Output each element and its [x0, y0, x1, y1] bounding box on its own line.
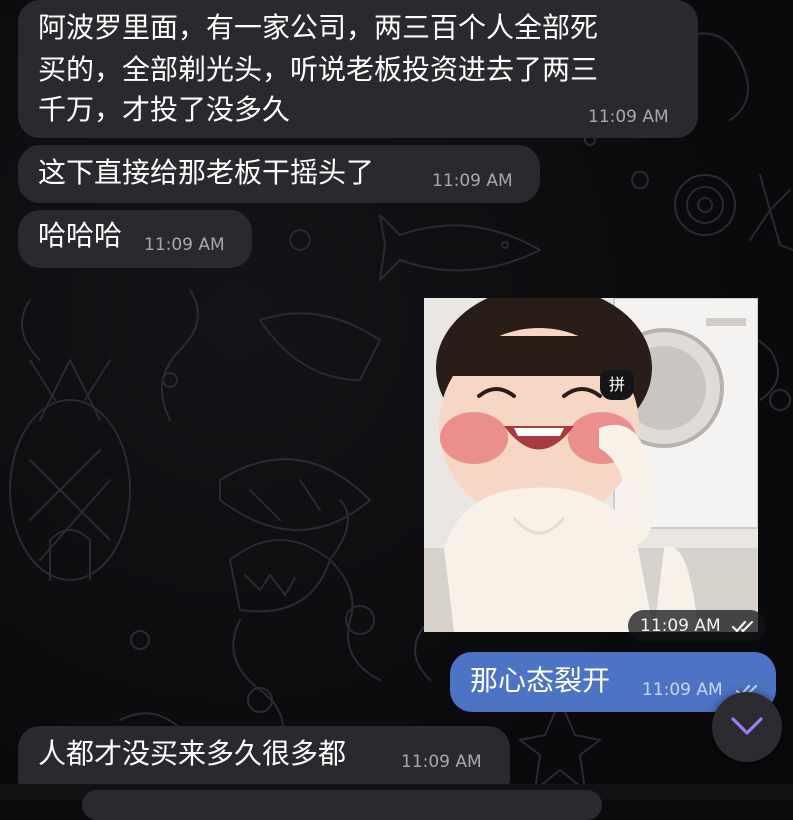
message-bubble-incoming[interactable]: 阿波罗里面，有一家公司，两三百个人全部死 买的，全部剃光头，听说老板投资进去了两…: [18, 0, 698, 138]
sticker-badge: 拼: [600, 370, 634, 400]
message-timestamp: 11:09 AM: [432, 171, 513, 191]
message-text-line: 阿波罗里面，有一家公司，两三百个人全部死: [38, 11, 599, 44]
message-input[interactable]: [82, 790, 602, 820]
message-text-line: 那心态裂开: [470, 664, 611, 697]
sticker-image[interactable]: 拼: [424, 298, 758, 632]
message-text-line: 千万，才投了没多久: [38, 93, 291, 126]
message-bubble-incoming[interactable]: 这下直接给那老板干摇头了 11:09 AM: [18, 145, 540, 203]
sticker-timestamp-pill: 11:09 AM: [628, 610, 766, 642]
message-timestamp: 11:09 AM: [640, 616, 721, 636]
message-text-line: 哈哈哈: [38, 219, 123, 252]
message-text-line: 买的，全部剃光头，听说老板投资进去了两三: [38, 53, 599, 86]
message-text-line: 人都才没买来多久很多都: [38, 737, 347, 770]
pineapple-doodle: [9, 359, 131, 581]
message-timestamp: 11:09 AM: [144, 235, 225, 255]
chevron-down-icon: [731, 717, 763, 735]
shell-doodle: [674, 174, 736, 236]
message-timestamp: 11:09 AM: [642, 680, 723, 700]
message-bubble-incoming[interactable]: 哈哈哈 11:09 AM: [18, 210, 252, 268]
message-timestamp: 11:09 AM: [588, 107, 669, 127]
scroll-to-bottom-button[interactable]: [712, 692, 782, 762]
message-text-line: 这下直接给那老板干摇头了: [38, 156, 375, 189]
double-check-icon: [732, 620, 754, 633]
message-timestamp: 11:09 AM: [401, 752, 482, 772]
baby-sticker-illustration: [424, 298, 758, 632]
sticker-badge-text: 拼: [608, 375, 625, 394]
